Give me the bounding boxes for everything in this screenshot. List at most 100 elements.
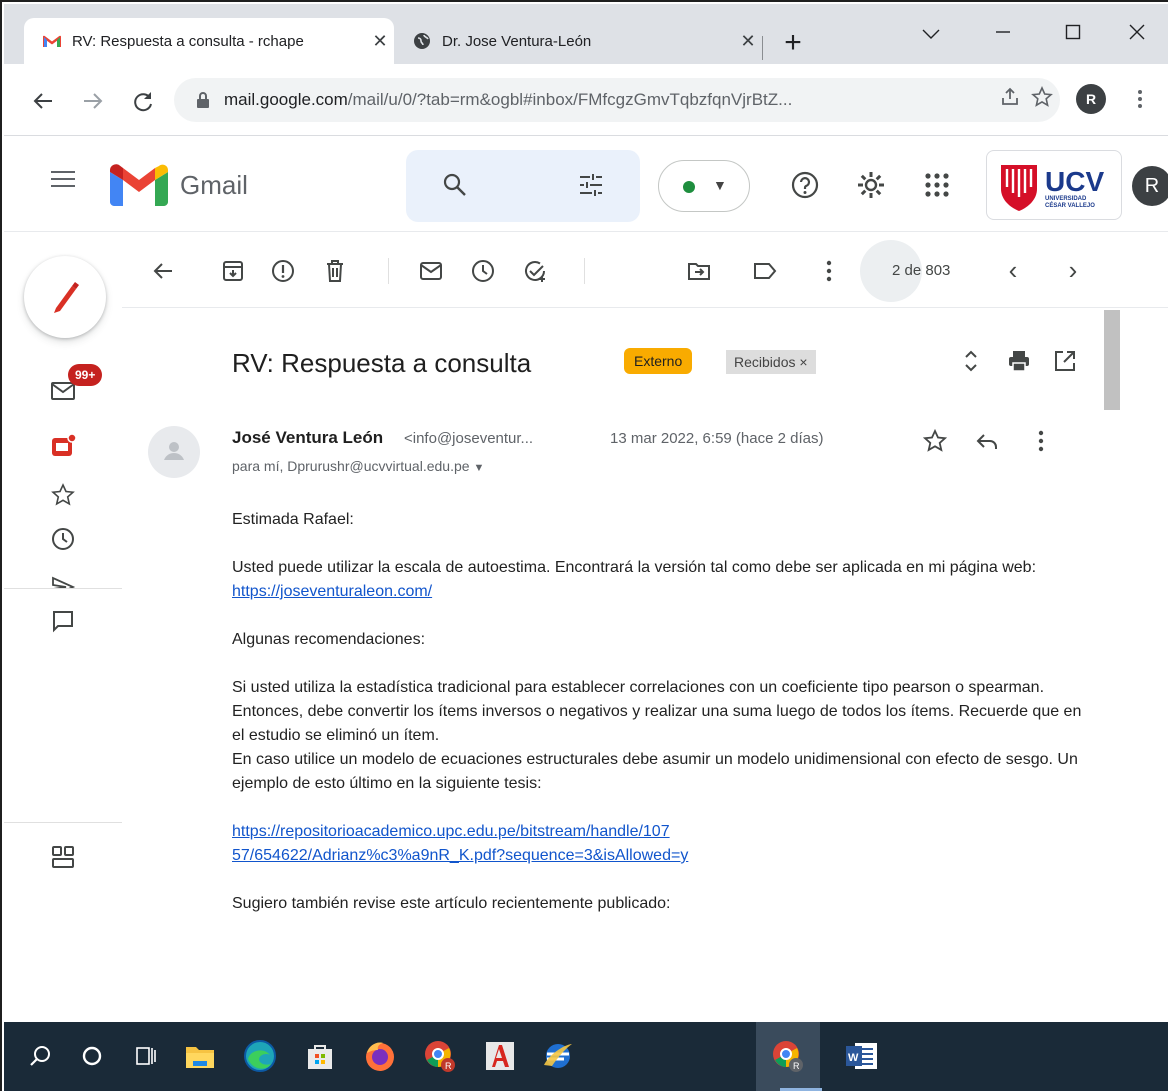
settings-gear-icon[interactable] <box>856 170 886 200</box>
snoozed-clock-icon[interactable] <box>50 526 76 552</box>
ucv-logo-subtitle-1: UNIVERSIDAD <box>1045 196 1087 202</box>
url-host: mail.google.com <box>224 90 348 109</box>
expand-all-icon[interactable] <box>958 348 984 374</box>
main-menu-icon[interactable] <box>48 166 78 196</box>
word-icon[interactable]: W <box>842 1036 882 1076</box>
message-view: RV: Respuesta a consulta Externo Recibid… <box>122 308 1102 1022</box>
search-icon[interactable] <box>442 172 470 200</box>
ucv-logo-subtitle-2: CÉSAR VALLEJO <box>1045 201 1095 209</box>
thesis-link-part[interactable]: 57/654622/Adrianz%c3%a9nR_K.pdf?sequence… <box>232 847 688 864</box>
lock-icon <box>196 92 210 108</box>
gmail-app-name: Gmail <box>180 170 248 200</box>
sender-avatar[interactable] <box>148 426 200 478</box>
starred-star-icon[interactable] <box>50 482 76 508</box>
account-avatar[interactable]: R <box>1132 166 1168 206</box>
organization-logo[interactable]: UCV UNIVERSIDAD CÉSAR VALLEJO <box>986 150 1122 220</box>
tab-separator <box>762 36 763 60</box>
label-icon[interactable] <box>752 258 778 284</box>
tab-search-icon[interactable] <box>902 12 960 52</box>
search-bar[interactable] <box>406 150 640 222</box>
sent-icon[interactable] <box>50 574 76 588</box>
status-selector[interactable]: ▼ <box>658 160 750 212</box>
thesis-link-part[interactable]: https://repositorioacademico.upc.edu.pe/… <box>232 823 670 840</box>
edge-icon[interactable] <box>240 1036 280 1076</box>
chat-bubble-icon[interactable] <box>50 608 76 634</box>
ie-icon[interactable] <box>538 1036 578 1076</box>
chrome-active-app-icon[interactable]: R <box>768 1036 808 1076</box>
message-more-icon[interactable] <box>1028 428 1054 454</box>
reload-icon[interactable] <box>126 84 160 118</box>
chat-icon[interactable] <box>50 433 77 460</box>
website-link[interactable]: https://joseventuraleon.com/ <box>232 583 432 600</box>
task-view-icon[interactable] <box>126 1036 166 1076</box>
tab-close-icon[interactable]: ✕ <box>734 31 762 52</box>
close-window-icon[interactable] <box>1108 12 1166 52</box>
more-options-icon[interactable] <box>816 258 842 284</box>
body-paragraph: Algunas recomendaciones: <box>232 631 426 648</box>
forward-icon[interactable] <box>76 84 110 118</box>
svg-text:W: W <box>848 1052 859 1064</box>
tab-close-icon[interactable]: ✕ <box>366 31 394 52</box>
external-label-badge: Externo <box>624 348 693 374</box>
firefox-icon[interactable] <box>360 1036 400 1076</box>
move-to-icon[interactable] <box>686 258 712 284</box>
scrollbar-track[interactable] <box>1102 308 1122 1022</box>
scrollbar-thumb[interactable] <box>1104 310 1120 410</box>
archive-icon[interactable] <box>220 258 246 284</box>
older-chevron-right-icon[interactable]: › <box>1060 257 1086 284</box>
spaces-icon[interactable] <box>50 844 76 870</box>
back-to-inbox-icon[interactable] <box>150 258 176 284</box>
help-icon[interactable] <box>790 170 820 200</box>
chrome-profile-avatar[interactable]: R <box>1076 84 1106 114</box>
tab-gmail[interactable]: RV: Respuesta a consulta - rchape ✕ <box>24 18 394 64</box>
browser-tab-bar: RV: Respuesta a consulta - rchape ✕ Dr. … <box>4 4 1168 64</box>
inbox-label-chip[interactable]: Recibidos × <box>726 350 816 374</box>
pagination-text: 2 de 803 <box>892 262 951 279</box>
reply-icon[interactable] <box>974 428 1000 454</box>
compose-button[interactable] <box>24 256 106 338</box>
ucv-logo-text: UCV <box>1045 166 1104 197</box>
report-spam-icon[interactable] <box>270 258 296 284</box>
gmail-logo-icon[interactable] <box>110 164 168 206</box>
open-new-window-icon[interactable] <box>1052 348 1078 374</box>
message-action-bar: 2 de 803 ‹ › <box>122 232 1168 308</box>
file-explorer-icon[interactable] <box>180 1036 220 1076</box>
svg-text:R: R <box>445 1061 452 1071</box>
star-icon[interactable] <box>922 428 948 454</box>
store-icon[interactable] <box>300 1036 340 1076</box>
print-icon[interactable] <box>1006 348 1032 374</box>
recipients-text: para mí, Dprurushr@ucvvirtual.edu.pe <box>232 458 470 474</box>
tab-title: Dr. Jose Ventura-León <box>442 32 592 50</box>
tab-ventura[interactable]: Dr. Jose Ventura-León ✕ <box>394 18 762 64</box>
share-icon[interactable] <box>996 86 1024 114</box>
left-rail: 99+ <box>4 232 122 1022</box>
chrome-menu-icon[interactable] <box>1130 84 1150 114</box>
acrobat-icon[interactable] <box>480 1036 520 1076</box>
newer-chevron-left-icon[interactable]: ‹ <box>1000 257 1026 284</box>
maximize-icon[interactable] <box>1044 12 1102 52</box>
chevron-down-icon[interactable]: ▼ <box>474 462 485 474</box>
snooze-clock-icon[interactable] <box>470 258 496 284</box>
thesis-link[interactable]: https://repositorioacademico.upc.edu.pe/… <box>232 820 1092 868</box>
delete-trash-icon[interactable] <box>322 258 348 284</box>
address-bar[interactable]: mail.google.com/mail/u/0/?tab=rm&ogbl#in… <box>174 78 1060 122</box>
greeting: Estimada Rafael: <box>232 511 354 528</box>
new-tab-button[interactable]: + <box>776 28 810 62</box>
mark-unread-icon[interactable] <box>418 258 444 284</box>
recipients-line[interactable]: para mí, Dprurushr@ucvvirtual.edu.pe ▼ <box>232 458 484 474</box>
gmail-favicon-icon <box>42 33 62 49</box>
apps-grid-icon[interactable] <box>922 170 952 200</box>
add-to-tasks-icon[interactable] <box>522 258 548 284</box>
windows-taskbar: R R W <box>4 1022 1168 1091</box>
bookmark-star-icon[interactable] <box>1028 86 1056 114</box>
windows-search-icon[interactable] <box>20 1036 60 1076</box>
sender-name[interactable]: José Ventura León <box>232 428 383 448</box>
chrome-profile-app-icon[interactable]: R <box>420 1036 460 1076</box>
svg-text:R: R <box>793 1061 800 1071</box>
back-icon[interactable] <box>26 84 60 118</box>
cortana-icon[interactable] <box>72 1036 112 1076</box>
search-options-icon[interactable] <box>578 172 606 200</box>
minimize-icon[interactable] <box>974 12 1032 52</box>
body-paragraph: Sugiero también revise este artículo rec… <box>232 895 671 912</box>
message-subject: RV: Respuesta a consulta <box>232 348 532 378</box>
